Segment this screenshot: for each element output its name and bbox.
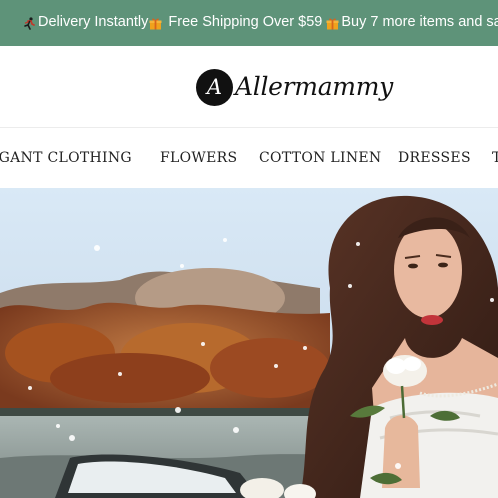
nav-item-flowers[interactable]: FLOWERS	[160, 148, 237, 168]
runner-icon	[23, 16, 36, 30]
nav-item-elegant-clothing[interactable]: ELEGANT CLOTHING	[0, 148, 132, 168]
site-header: A Allermammy	[0, 46, 498, 128]
logo-wordmark: Allermammy	[235, 71, 393, 101]
nav-item-more[interactable]: T	[492, 148, 498, 168]
promo-buy-more-text: Buy 7 more items and save	[341, 14, 498, 30]
gift-icon	[149, 16, 162, 29]
announcement-track: Delivery Instantly Free Shipping Over $5…	[23, 12, 498, 32]
main-nav: ELEGANT CLOTHING FLOWERS COTTON LINEN DR…	[0, 128, 498, 188]
announcement-bar: Delivery Instantly Free Shipping Over $5…	[0, 0, 498, 46]
promo-shipping-text: Free Shipping Over $59	[168, 14, 323, 30]
hero-image	[0, 188, 498, 498]
promo-delivery-text: Delivery Instantly	[38, 14, 149, 30]
brand-logo[interactable]: A Allermammy	[196, 64, 393, 110]
nav-item-cotton-linen[interactable]: COTTON LINEN	[259, 148, 381, 168]
logo-monogram-letter: A	[206, 74, 223, 99]
hero-banner[interactable]	[0, 188, 498, 498]
nav-item-dresses[interactable]: DRESSES	[398, 148, 471, 168]
logo-monogram: A	[196, 68, 233, 106]
gift-icon	[326, 16, 339, 29]
